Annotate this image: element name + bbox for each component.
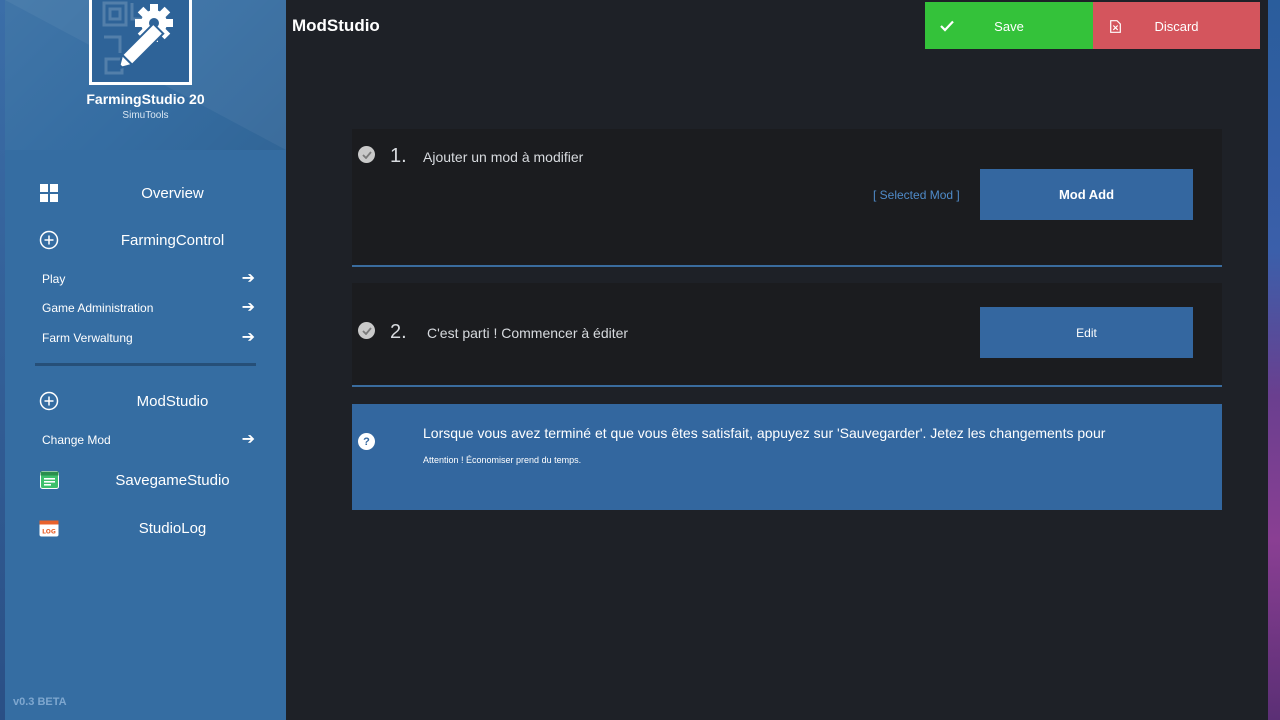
sidebar-item-overview[interactable]: Overview	[5, 177, 286, 209]
sidebar-item-label: StudioLog	[138, 520, 207, 537]
mod-add-button-label: Mod Add	[1058, 187, 1115, 202]
info-note: Attention ! Économiser prend du temps.	[423, 455, 582, 465]
sidebar-subitem-label: Change Mod	[42, 433, 111, 447]
help-icon: ?	[358, 433, 375, 450]
selected-mod-label: [ Selected Mod ]	[873, 188, 960, 202]
app-name: FarmingStudio 20	[86, 91, 205, 107]
version-label: v0.3 BETA	[13, 696, 67, 708]
check-circle-icon	[358, 322, 375, 339]
sidebar-subitem-label: Play	[42, 272, 66, 286]
step-card-edit: 2. C'est parti ! Commencer à éditer Edit	[352, 283, 1222, 385]
arrow-right-icon: ➔	[241, 431, 255, 448]
grid-icon	[39, 183, 59, 203]
sidebar-item-label: Overview	[141, 185, 204, 202]
discard-button[interactable]: Discard	[1093, 2, 1260, 49]
step-card-add-mod: 1. Ajouter un mod à modifier [ Selected …	[352, 129, 1222, 266]
main-panel: ModStudio Save Discard 1. Ajouter un mod…	[286, 0, 1268, 720]
step-number: 1.	[390, 145, 407, 167]
sidebar-item-label: SavegameStudio	[115, 472, 230, 489]
mod-add-button[interactable]: Mod Add	[980, 169, 1193, 220]
plus-circle-icon	[39, 230, 59, 250]
sidebar-subitem-game-administration[interactable]: Game Administration ➔	[42, 297, 255, 319]
card-divider	[352, 385, 1222, 387]
sidebar-item-farmingcontrol[interactable]: FarmingControl	[5, 224, 286, 256]
sidebar-item-label: ModStudio	[136, 393, 209, 410]
arrow-right-icon: ➔	[241, 299, 255, 316]
sidebar-subitem-farm-verwaltung[interactable]: Farm Verwaltung ➔	[42, 327, 255, 349]
gear-pencil-logo-icon	[102, 1, 173, 74]
page-title: ModStudio	[292, 16, 380, 35]
plus-circle-icon	[39, 391, 59, 411]
sidebar-subitem-play[interactable]: Play ➔	[42, 268, 255, 290]
log-icon-text: LOG	[42, 528, 56, 535]
check-circle-icon	[358, 146, 375, 163]
step-text: C'est parti ! Commencer à éditer	[427, 325, 629, 341]
info-panel: ? Lorsque vous avez terminé et que vous …	[352, 404, 1222, 510]
edit-button-label: Edit	[1076, 325, 1097, 340]
step-number: 2.	[390, 321, 407, 343]
sidebar-item-label: FarmingControl	[120, 232, 225, 249]
app-vendor: SimuTools	[122, 110, 169, 121]
savegame-icon	[39, 470, 59, 490]
discard-button-label: Discard	[1154, 19, 1199, 34]
save-button[interactable]: Save	[925, 2, 1093, 49]
info-message: Lorsque vous avez terminé et que vous êt…	[423, 425, 1106, 441]
arrow-right-icon: ➔	[241, 329, 255, 346]
log-icon: LOG	[39, 518, 59, 538]
step-text: Ajouter un mod à modifier	[423, 149, 584, 165]
arrow-right-icon: ➔	[241, 270, 255, 287]
sidebar-item-studiolog[interactable]: LOG StudioLog	[5, 512, 286, 544]
save-button-label: Save	[994, 19, 1024, 34]
card-divider	[352, 265, 1222, 267]
sidebar-subitem-label: Farm Verwaltung	[42, 331, 133, 345]
sidebar-item-savegamestudio[interactable]: SavegameStudio	[5, 464, 286, 496]
sidebar-item-modstudio[interactable]: ModStudio	[5, 385, 286, 417]
edit-button[interactable]: Edit	[980, 307, 1193, 358]
app-logo	[89, 0, 192, 85]
sidebar-subitem-label: Game Administration	[42, 301, 154, 315]
sidebar: FarmingStudio 20 SimuTools Overview Farm…	[5, 0, 286, 720]
sidebar-divider	[35, 363, 256, 366]
sidebar-subitem-change-mod[interactable]: Change Mod ➔	[42, 429, 255, 451]
desktop-wallpaper-right	[1268, 0, 1280, 720]
